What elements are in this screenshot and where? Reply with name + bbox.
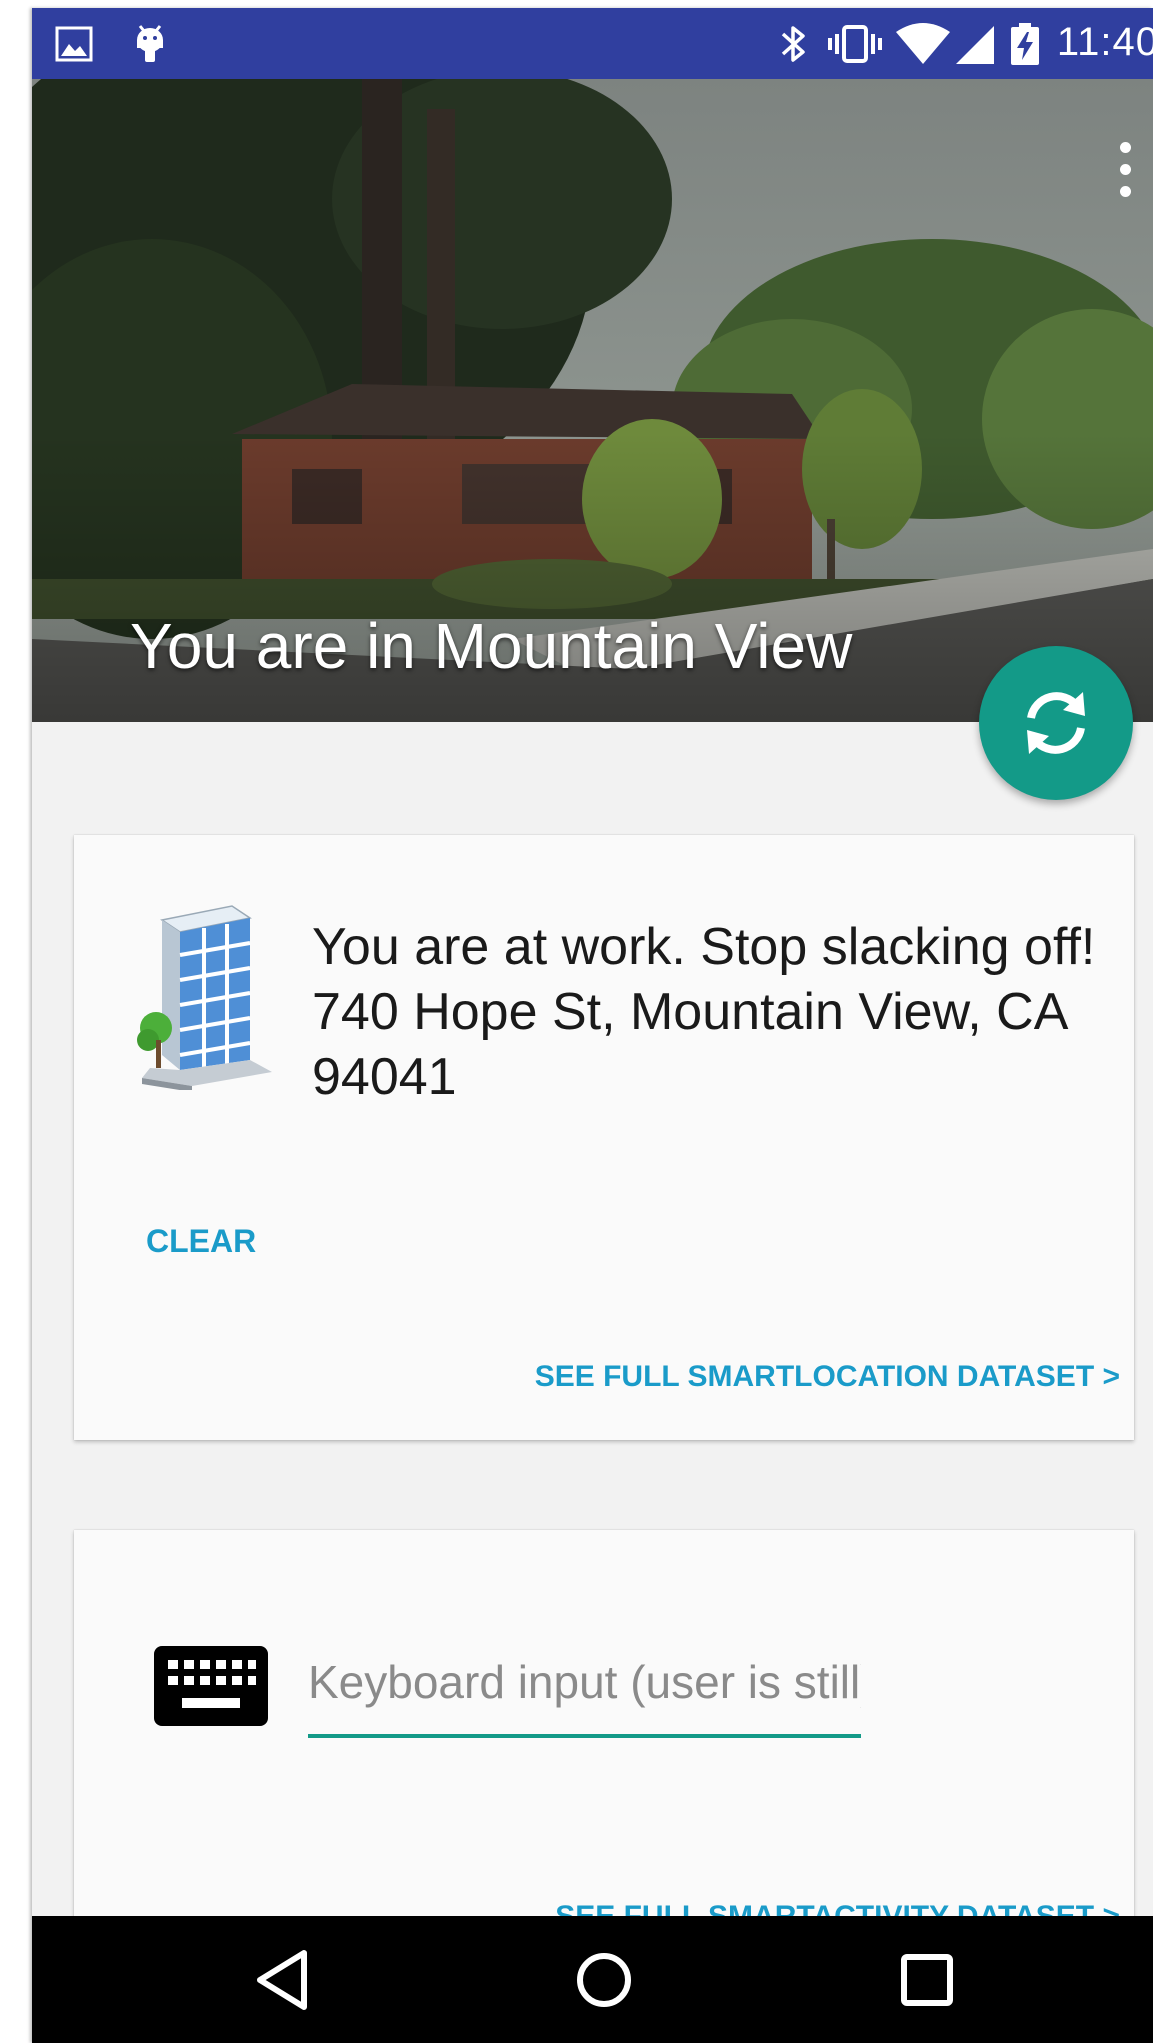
home-icon[interactable] xyxy=(567,1943,641,2017)
cell-signal-icon xyxy=(956,26,994,64)
keyboard-icon xyxy=(154,1646,268,1726)
hero-title: You are in Mountain View xyxy=(130,610,853,682)
status-time: 11:40 xyxy=(1056,20,1153,64)
app-screen: 11:40 You are in Mountain View You are a… xyxy=(32,8,1153,2043)
vibrate-icon xyxy=(828,25,882,63)
smartlocation-card: You are at work. Stop slacking off! 740 … xyxy=(74,835,1134,1440)
wifi-icon xyxy=(896,23,950,64)
image-icon xyxy=(55,26,93,62)
keyboard-input-field[interactable] xyxy=(308,1630,861,1738)
see-full-smartlocation-link[interactable]: SEE FULL SMARTLOCATION DATASET > xyxy=(535,1360,1120,1394)
back-icon[interactable] xyxy=(246,1943,320,2017)
hero-street-view-image: You are in Mountain View xyxy=(32,79,1153,722)
bluetooth-icon xyxy=(781,26,805,62)
navigation-bar xyxy=(32,1916,1153,2043)
more-vert-icon[interactable] xyxy=(1093,134,1153,214)
clear-button[interactable]: CLEAR xyxy=(146,1223,256,1260)
refresh-button[interactable] xyxy=(979,646,1133,800)
location-message: You are at work. Stop slacking off! 740 … xyxy=(312,918,1096,1106)
refresh-icon xyxy=(1027,692,1085,754)
android-debug-icon xyxy=(137,25,163,62)
recents-icon[interactable] xyxy=(890,1943,964,2017)
keyboard-input-wrapper xyxy=(308,1630,861,1750)
status-bar: 11:40 xyxy=(32,8,1153,79)
office-building-icon xyxy=(137,905,272,1090)
battery-charging-icon xyxy=(1011,23,1039,65)
